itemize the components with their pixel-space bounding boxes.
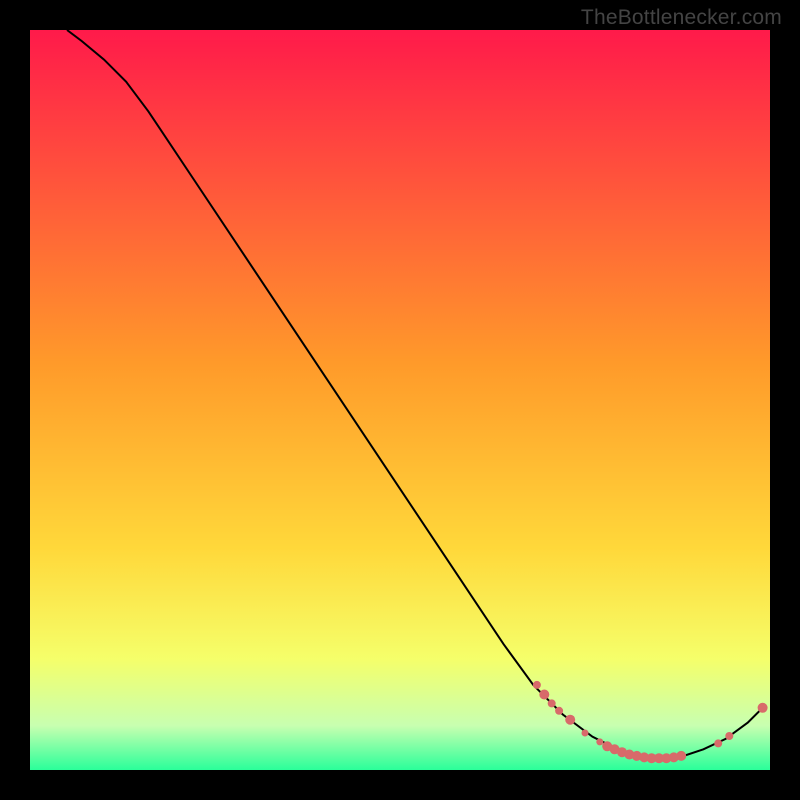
curve-marker (539, 690, 549, 700)
curve-marker (555, 707, 563, 715)
curve-marker (548, 699, 556, 707)
chart-svg (30, 30, 770, 770)
curve-marker (533, 681, 541, 689)
watermark-text: TheBottlenecker.com (581, 6, 782, 30)
curve-marker (596, 738, 603, 745)
chart-frame: TheBottlenecker.com (0, 0, 800, 800)
curve-marker (582, 730, 589, 737)
curve-marker (565, 715, 575, 725)
curve-marker (725, 732, 733, 740)
curve-marker (714, 739, 722, 747)
chart-plot-area (30, 30, 770, 770)
chart-background (30, 30, 770, 770)
curve-marker (676, 751, 686, 761)
curve-marker (758, 703, 768, 713)
